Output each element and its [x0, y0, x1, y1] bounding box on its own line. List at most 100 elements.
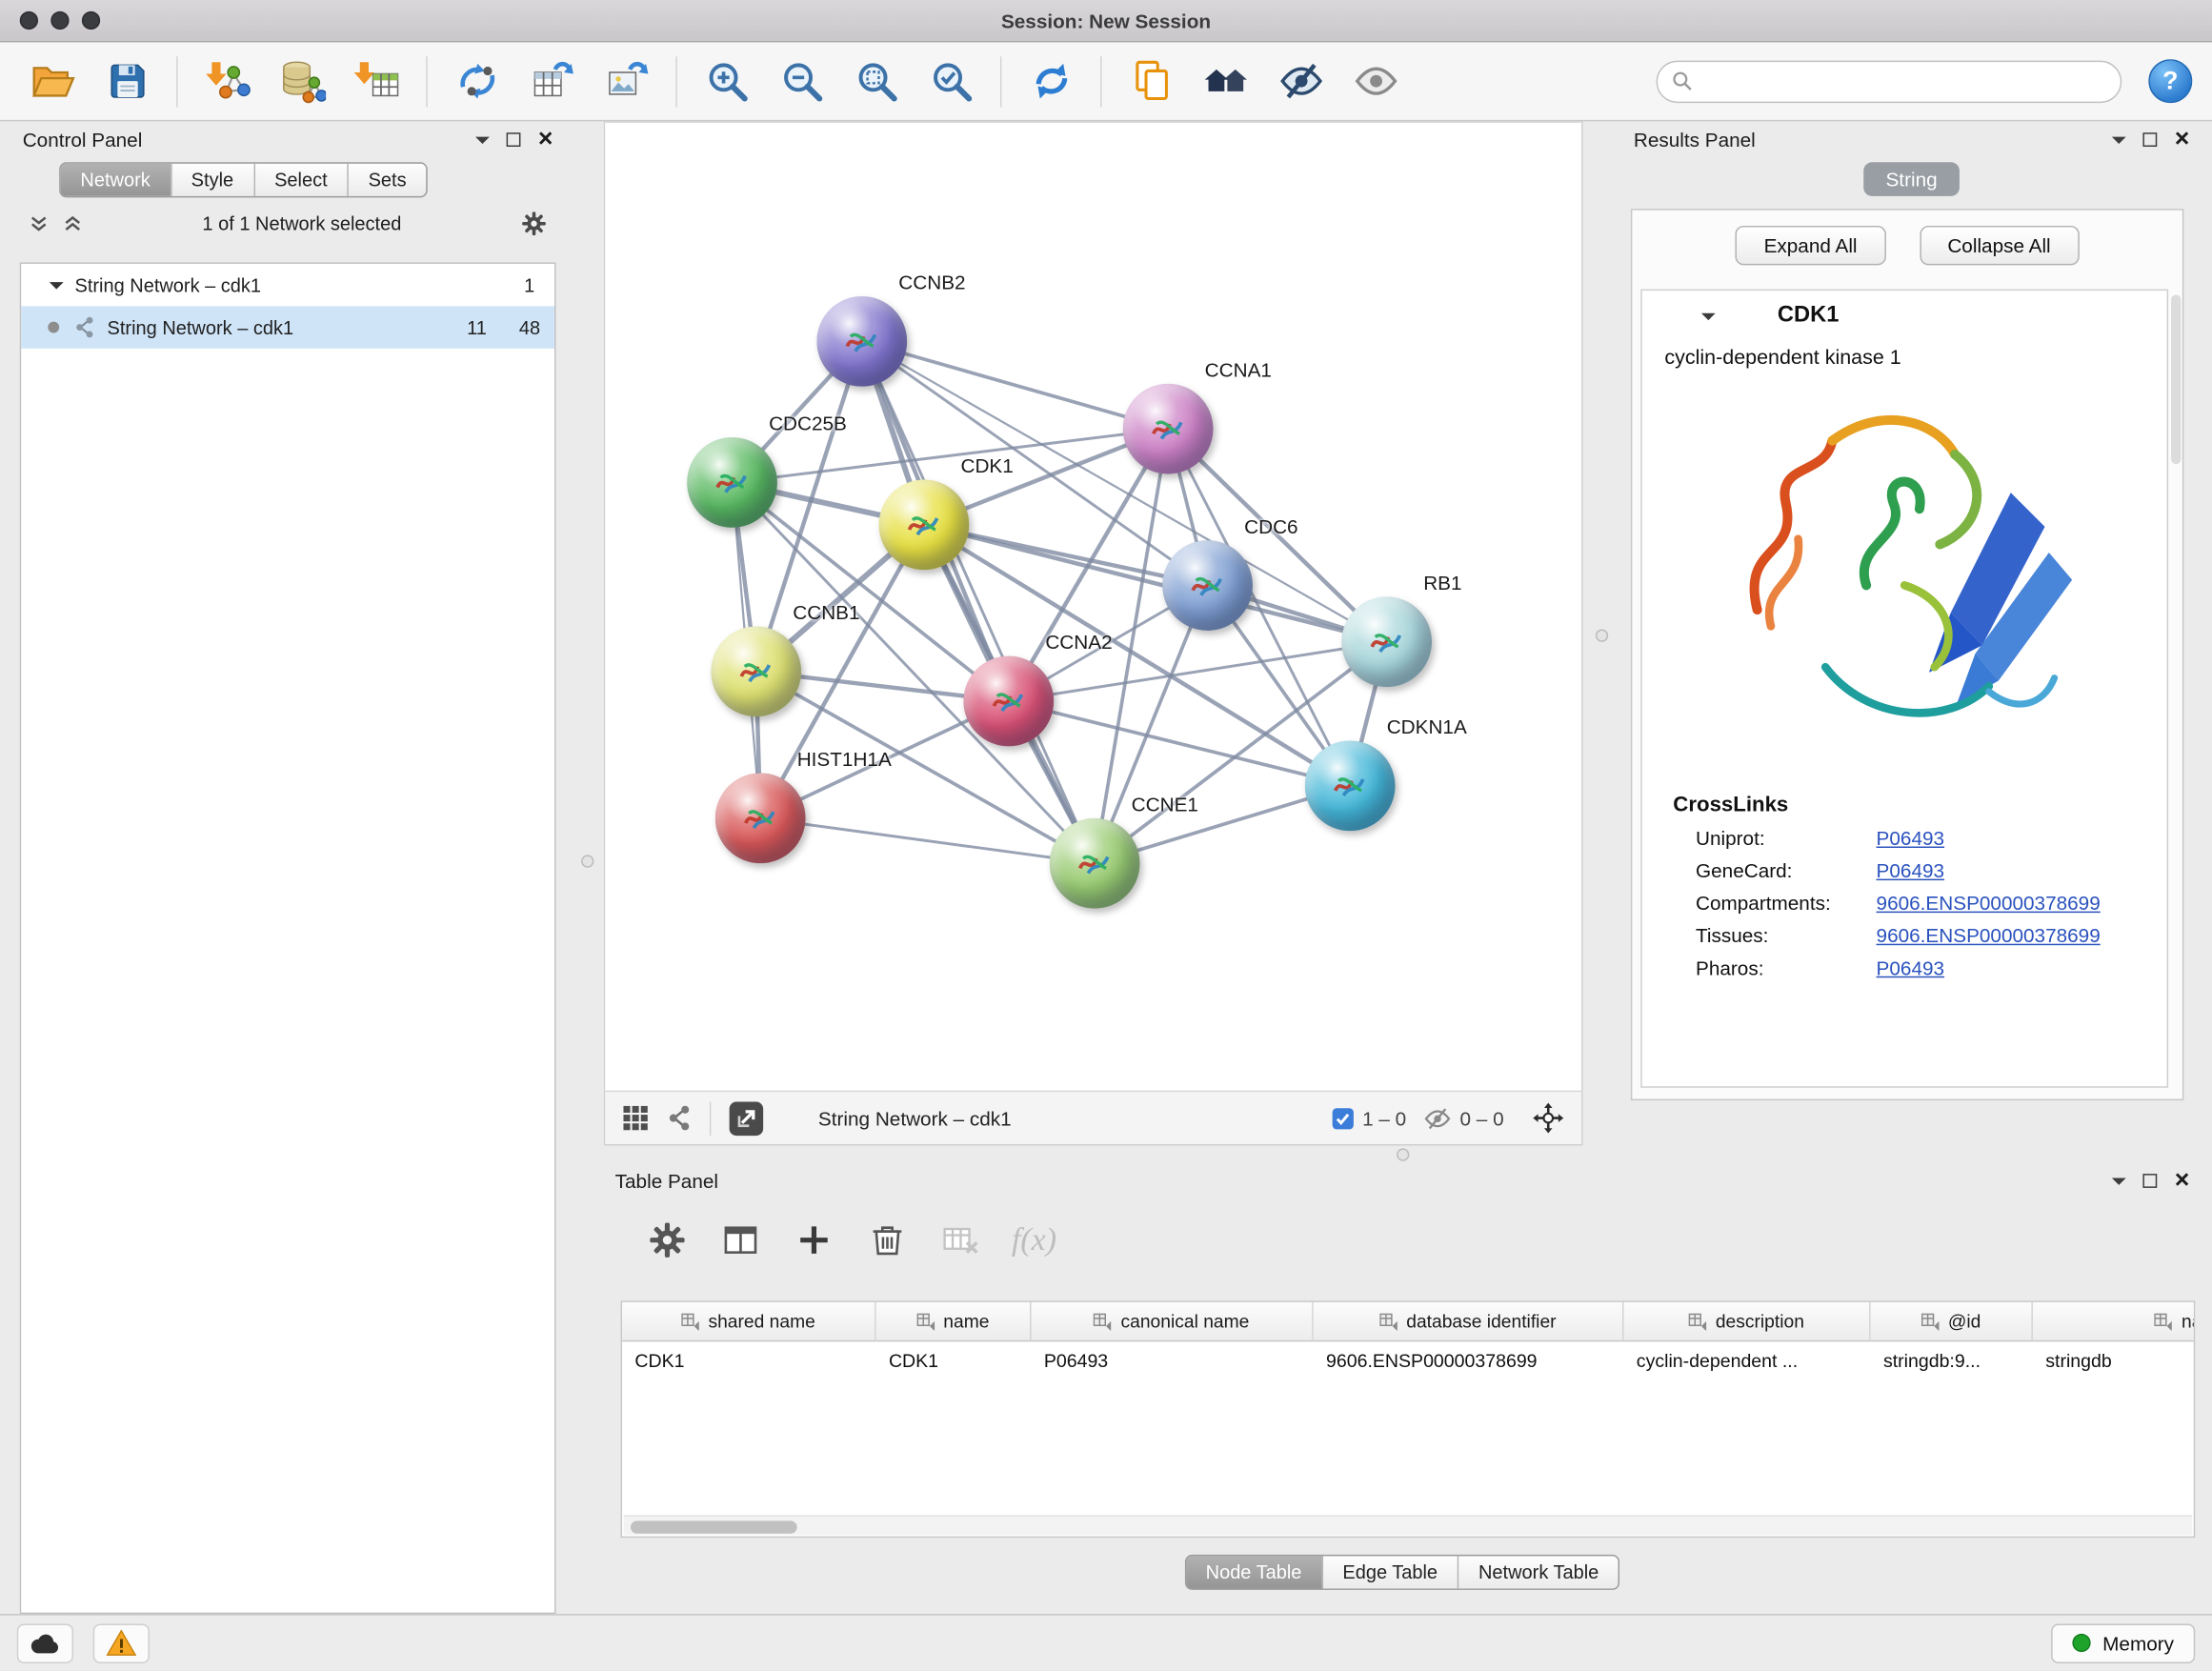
expand-all-icon[interactable] — [62, 212, 83, 233]
cloud-button[interactable] — [17, 1623, 73, 1662]
tab-sets[interactable]: Sets — [349, 164, 426, 196]
zoom-fit-button[interactable] — [844, 49, 909, 113]
expand-all-button[interactable]: Expand All — [1736, 226, 1885, 265]
horizontal-scrollbar[interactable] — [624, 1515, 2193, 1535]
memory-button[interactable]: Memory — [2052, 1623, 2195, 1662]
table-row[interactable]: CDK1 CDK1 P06493 9606.ENSP00000378699 cy… — [622, 1341, 2194, 1379]
export-table-button[interactable] — [519, 49, 584, 113]
panel-menu-button[interactable] — [476, 136, 491, 151]
gear-icon[interactable] — [520, 210, 547, 236]
panel-float-button[interactable] — [2143, 1174, 2158, 1188]
warnings-button[interactable] — [93, 1623, 150, 1662]
help-button[interactable]: ? — [2148, 59, 2192, 103]
save-session-button[interactable] — [94, 49, 159, 113]
left-splitter-handle[interactable] — [581, 855, 593, 867]
fit-content-crosshair-icon[interactable] — [1532, 1102, 1564, 1135]
panel-float-button[interactable] — [507, 132, 521, 147]
tab-style[interactable]: Style — [171, 164, 254, 196]
search-input[interactable] — [1702, 70, 2106, 91]
network-node-CDC25B[interactable] — [687, 437, 777, 528]
export-image-button[interactable] — [593, 49, 658, 113]
selected-checkbox-icon[interactable] — [1332, 1107, 1355, 1130]
tab-node-table[interactable]: Node Table — [1186, 1556, 1323, 1588]
export-view-icon[interactable] — [728, 1099, 765, 1137]
home-button[interactable] — [1194, 49, 1258, 113]
tab-network[interactable]: Network — [61, 164, 171, 196]
table-cell[interactable]: cyclin-dependent ... — [1623, 1341, 1870, 1379]
string-tab[interactable]: String — [1863, 162, 1961, 196]
network-node-CCNA2[interactable] — [963, 656, 1054, 747]
collapse-all-icon[interactable] — [29, 212, 50, 233]
crosslink-link[interactable]: P06493 — [1877, 827, 1944, 850]
show-columns-button[interactable] — [711, 1211, 770, 1270]
column-header[interactable]: description — [1623, 1302, 1870, 1341]
table-cell[interactable]: CDK1 — [876, 1341, 1032, 1379]
column-header[interactable]: shared name — [622, 1302, 876, 1341]
table-cell[interactable]: P06493 — [1032, 1341, 1314, 1379]
network-node-CCNB2[interactable] — [816, 296, 907, 387]
right-splitter-handle[interactable] — [1596, 629, 1608, 641]
column-header[interactable]: database identifier — [1314, 1302, 1624, 1341]
open-file-button[interactable] — [20, 49, 85, 113]
panel-menu-button[interactable] — [2113, 1178, 2127, 1192]
show-all-button[interactable] — [1343, 49, 1408, 113]
network-from-selection-button[interactable] — [444, 49, 509, 113]
crosslink-link[interactable]: 9606.ENSP00000378699 — [1877, 924, 2101, 947]
copy-documents-button[interactable] — [1118, 49, 1183, 113]
close-window-button[interactable] — [20, 11, 38, 30]
zoom-in-button[interactable] — [694, 49, 759, 113]
delete-table-button[interactable] — [931, 1211, 990, 1270]
panel-close-button[interactable]: × — [2175, 126, 2190, 151]
zoom-window-button[interactable] — [82, 11, 100, 30]
network-node-CCNA1[interactable] — [1123, 384, 1214, 474]
table-cell[interactable]: stringdb:9... — [1871, 1341, 2033, 1379]
gene-card-header[interactable]: CDK1 — [1642, 291, 2167, 341]
table-settings-button[interactable] — [637, 1211, 696, 1270]
crosslink-link[interactable]: P06493 — [1877, 956, 1944, 979]
network-node-CCNB1[interactable] — [711, 627, 801, 717]
network-node-CCNE1[interactable] — [1050, 818, 1140, 909]
panel-float-button[interactable] — [2143, 132, 2158, 147]
crosslink-link[interactable]: 9606.ENSP00000378699 — [1877, 892, 2101, 915]
tab-network-table[interactable]: Network Table — [1458, 1556, 1619, 1588]
hidden-eye-slash-icon[interactable] — [1423, 1104, 1452, 1133]
network-canvas[interactable]: CCNB2CCNA1CDC25BCDK1CDC6RB1CCNB1CCNA2CDK… — [605, 123, 1581, 1091]
panel-close-button[interactable]: × — [2175, 1167, 2190, 1193]
import-table-button[interactable] — [344, 49, 409, 113]
collapse-all-button[interactable]: Collapse All — [1920, 226, 2080, 265]
zoom-selected-button[interactable] — [918, 49, 983, 113]
table-cell[interactable]: stringdb — [2033, 1341, 2195, 1379]
bottom-splitter-handle[interactable] — [1397, 1148, 1409, 1160]
import-network-file-button[interactable] — [194, 49, 259, 113]
network-node-RB1[interactable] — [1341, 596, 1432, 687]
hide-unselected-button[interactable] — [1268, 49, 1333, 113]
apply-layout-button[interactable] — [1018, 49, 1083, 113]
table-cell[interactable]: 9606.ENSP00000378699 — [1314, 1341, 1624, 1379]
network-node-CDK1[interactable] — [879, 479, 970, 570]
delete-column-button[interactable] — [857, 1211, 916, 1270]
collapse-gene-icon[interactable] — [1701, 312, 1716, 327]
network-row[interactable]: String Network – cdk1 11 48 — [21, 306, 554, 348]
tree-expander-icon[interactable] — [50, 281, 64, 295]
network-node-CDKN1A[interactable] — [1305, 740, 1396, 831]
import-network-database-button[interactable] — [270, 49, 334, 113]
crosslink-link[interactable]: P06493 — [1877, 859, 1944, 882]
scrollbar-thumb[interactable] — [631, 1520, 797, 1533]
birds-eye-view-icon[interactable] — [622, 1105, 649, 1132]
network-collection-row[interactable]: String Network – cdk1 1 — [21, 264, 554, 306]
tab-edge-table[interactable]: Edge Table — [1323, 1556, 1459, 1588]
function-builder-button[interactable]: f(x) — [1004, 1211, 1063, 1270]
column-header[interactable]: namespace — [2033, 1302, 2195, 1341]
network-node-CDC6[interactable] — [1162, 540, 1253, 631]
tab-select[interactable]: Select — [254, 164, 349, 196]
results-scrollbar[interactable] — [2171, 295, 2181, 465]
column-header[interactable]: name — [876, 1302, 1032, 1341]
column-header[interactable]: canonical name — [1032, 1302, 1314, 1341]
network-node-HIST1H1A[interactable] — [715, 774, 806, 864]
network-overview-icon[interactable] — [666, 1105, 693, 1132]
zoom-out-button[interactable] — [769, 49, 834, 113]
table-cell[interactable]: CDK1 — [622, 1341, 876, 1379]
column-header[interactable]: @id — [1871, 1302, 2033, 1341]
add-column-button[interactable] — [784, 1211, 843, 1270]
minimize-window-button[interactable] — [50, 11, 69, 30]
